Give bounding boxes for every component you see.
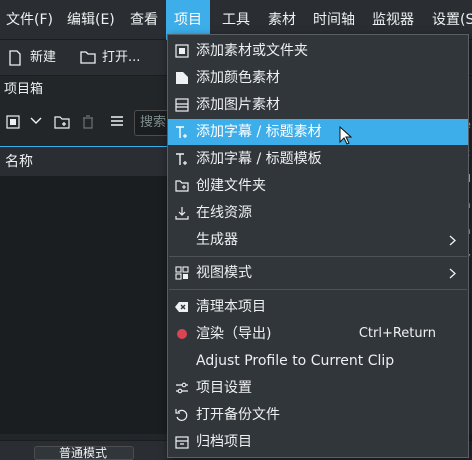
menu-item-create-folder[interactable]: 创建文件夹 <box>168 173 468 199</box>
menu-view[interactable]: 查看 <box>130 0 158 40</box>
menu-list-icon[interactable] <box>110 115 124 127</box>
chevron-right-icon <box>449 235 456 246</box>
mouse-cursor-icon <box>339 126 353 145</box>
menu-item-add-title-clip[interactable]: 添加字幕 / 标题素材 <box>168 119 468 145</box>
column-header-name[interactable]: 名称 <box>0 146 168 176</box>
add-clip-icon <box>175 44 189 58</box>
menu-item-archive-project[interactable]: 归档项目 <box>168 429 468 455</box>
chevron-down-icon[interactable] <box>30 117 42 125</box>
menu-item-label: 清理本项目 <box>196 299 266 315</box>
menu-item-label: 添加素材或文件夹 <box>196 43 308 59</box>
menu-item-add-image-clip[interactable]: 添加图片素材 <box>168 92 468 118</box>
menu-item-label: 项目设置 <box>196 380 252 396</box>
project-bin-title: 项目箱 <box>4 82 44 97</box>
open-button-label: 打开... <box>102 50 141 65</box>
menu-item-project-settings[interactable]: 项目设置 <box>168 375 468 401</box>
menu-item-add-title-template[interactable]: 添加字幕 / 标题模板 <box>168 146 468 172</box>
backup-icon <box>175 409 188 421</box>
download-icon <box>175 207 189 220</box>
menu-item-label: 归档项目 <box>196 434 252 450</box>
menu-item-generators[interactable]: 生成器 <box>168 227 468 253</box>
delete-icon[interactable] <box>82 115 94 129</box>
folder-open-icon <box>80 51 96 64</box>
menu-item-online-resources[interactable]: 在线资源 <box>168 200 468 226</box>
menu-item-add-color-clip[interactable]: 添加颜色素材 <box>168 65 468 91</box>
project-menu: 添加素材或文件夹 添加颜色素材 添加图片素材 添加字幕 / 标题素材 添加字幕 … <box>167 34 469 458</box>
menu-item-label: 创建文件夹 <box>196 178 266 194</box>
menu-item-clean-project[interactable]: 清理本项目 <box>168 294 468 320</box>
folder-new-icon <box>175 180 189 192</box>
open-button[interactable]: 打开... <box>80 46 150 70</box>
menu-item-render[interactable]: 渲染（导出) Ctrl+Return <box>168 321 468 347</box>
menu-item-label: 打开备份文件 <box>196 407 280 423</box>
menu-item-label: 生成器 <box>196 232 238 248</box>
menu-item-label: 添加字幕 / 标题模板 <box>196 151 322 167</box>
menu-item-adjust-profile[interactable]: Adjust Profile to Current Clip <box>168 348 468 374</box>
title-clip-icon <box>176 126 187 138</box>
menu-item-label: 添加图片素材 <box>196 97 280 113</box>
title-template-icon <box>176 153 187 165</box>
render-shortcut: Ctrl+Return <box>358 326 436 341</box>
edit-mode-label: 普通模式 <box>59 446 108 460</box>
menu-item-add-clip-or-folder[interactable]: 添加素材或文件夹 <box>168 38 468 64</box>
menu-separator <box>169 256 467 257</box>
new-document-icon <box>9 50 21 66</box>
menu-item-label: 在线资源 <box>196 205 252 221</box>
view-mode-icon <box>175 266 189 280</box>
color-clip-icon <box>176 72 188 84</box>
image-clip-icon <box>175 98 189 112</box>
chevron-right-icon <box>449 268 456 279</box>
menu-item-view-mode[interactable]: 视图模式 <box>168 260 468 286</box>
menu-separator <box>169 289 467 290</box>
render-icon <box>177 329 187 339</box>
folder-add-icon[interactable] <box>54 115 70 129</box>
menu-item-label: Adjust Profile to Current Clip <box>196 353 395 369</box>
menu-item-label: 添加颜色素材 <box>196 70 280 86</box>
clear-icon <box>175 302 188 312</box>
edit-mode-select[interactable]: 普通模式 <box>34 446 134 460</box>
menu-item-label: 添加字幕 / 标题素材 <box>196 124 322 140</box>
menu-item-label: 视图模式 <box>196 265 252 281</box>
menu-edit[interactable]: 编辑(E) <box>67 0 115 40</box>
archive-icon <box>175 436 189 449</box>
new-button[interactable]: 新建 <box>8 46 64 70</box>
menu-file[interactable]: 文件(F) <box>6 0 53 40</box>
settings-icon <box>176 382 188 394</box>
add-clip-icon[interactable] <box>6 115 20 129</box>
new-button-label: 新建 <box>30 50 57 65</box>
menu-item-open-backup[interactable]: 打开备份文件 <box>168 402 468 428</box>
menu-item-label: 渲染（导出) <box>196 326 272 342</box>
project-bin-list[interactable] <box>0 176 168 434</box>
